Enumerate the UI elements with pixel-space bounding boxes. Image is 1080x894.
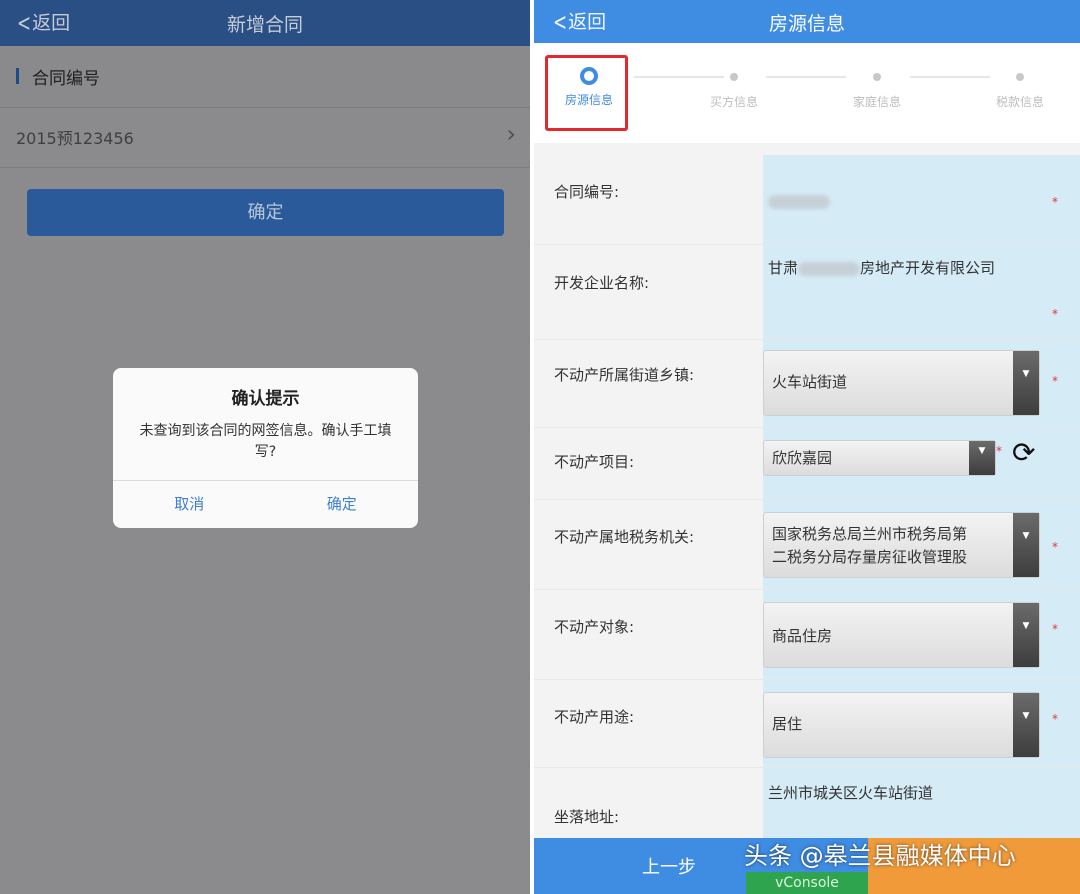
developer-field-label: 开发企业名称: (554, 274, 650, 292)
form-row-project: 不动产项目: 欣欣嘉园 ▼ ⟳ * (534, 428, 1080, 500)
required-mark: * (1052, 622, 1058, 636)
dialog-title: 确认提示 (231, 389, 300, 409)
tax-office-line1: 国家税务总局兰州市税务局第 (772, 525, 968, 543)
left-nav-bar: <返回 新增合同 (0, 0, 530, 46)
step-label: 家庭信息 (852, 95, 901, 109)
form-row-contract-no: 合同编号: * (534, 155, 1080, 245)
right-screen: <返回 房源信息 房源信息 买方信息 家庭信息 税款信息 合同编号: * 开发企… (534, 0, 1080, 894)
required-mark: * (996, 444, 1002, 458)
project-select[interactable]: 欣欣嘉园 ▼ (763, 440, 996, 476)
left-screen: <返回 新增合同 合同编号 2015预123456 › 确定 确认提示 未查询到… (0, 0, 530, 894)
tax-office-line2: 二税务分局存量房征收管理股 (772, 548, 968, 566)
project-select-value: 欣欣嘉园 (772, 449, 833, 467)
dialog-cancel-button[interactable]: 取消 (113, 481, 266, 528)
developer-field-value: 甘肃 房地产开发有限公司 (768, 257, 995, 280)
step-buyer-info[interactable]: 买方信息 (689, 67, 779, 110)
usage-select[interactable]: 居住 ▼ (763, 692, 1040, 758)
right-nav-bar: <返回 房源信息 (534, 0, 1080, 43)
left-confirm-button[interactable]: 确定 (27, 189, 504, 236)
right-page-title: 房源信息 (768, 13, 845, 35)
address-field-label: 坐落地址: (554, 808, 620, 826)
step-family-info[interactable]: 家庭信息 (832, 67, 922, 110)
required-mark: * (1052, 712, 1058, 726)
contract-no-field-label: 合同编号: (554, 183, 620, 201)
street-field-label: 不动产所属街道乡镇: (554, 366, 695, 384)
chevron-right-icon: › (506, 120, 516, 148)
refresh-icon[interactable]: ⟳ (1012, 436, 1035, 469)
required-mark: * (1052, 307, 1058, 321)
dropdown-caret-icon: ▼ (969, 441, 995, 475)
object-select-value: 商品住房 (772, 627, 833, 645)
tax-office-select[interactable]: 国家税务总局兰州市税务局第 二税务分局存量房征收管理股 ▼ (763, 512, 1040, 578)
contract-no-field-value (768, 190, 830, 213)
object-select[interactable]: 商品住房 ▼ (763, 602, 1040, 668)
step-indicator: 房源信息 买方信息 家庭信息 税款信息 (534, 43, 1080, 143)
project-field-label: 不动产项目: (554, 453, 635, 471)
contract-no-label: 合同编号 (32, 69, 100, 89)
dropdown-caret-icon: ▼ (1013, 513, 1039, 577)
highlight-annotation-box (545, 55, 628, 131)
step-label: 买方信息 (709, 95, 758, 109)
form-row-tax-office: 不动产属地税务机关: 国家税务总局兰州市税务局第 二税务分局存量房征收管理股 ▼… (534, 500, 1080, 590)
redacted-mark (798, 261, 861, 276)
form-row-object: 不动产对象: 商品住房 ▼ * (534, 590, 1080, 680)
step-tax-info[interactable]: 税款信息 (975, 67, 1065, 110)
dialog-buttons: 取消 确定 (113, 480, 418, 528)
dropdown-caret-icon: ▼ (1013, 693, 1039, 757)
redacted-mark (768, 194, 830, 209)
required-mark: * (1052, 195, 1058, 209)
left-page-title: 新增合同 (226, 14, 303, 36)
form-row-developer: 开发企业名称: 甘肃 房地产开发有限公司 * (534, 245, 1080, 340)
vconsole-button[interactable]: vConsole (746, 872, 868, 894)
form-row-street: 不动产所属街道乡镇: 火车站街道 ▼ * (534, 340, 1080, 428)
required-mark: * (1052, 540, 1058, 554)
usage-field-label: 不动产用途: (554, 708, 635, 726)
confirm-dialog: 确认提示 未查询到该合同的网签信息。确认手工填写? 取消 确定 (113, 368, 418, 528)
tax-office-field-label: 不动产属地税务机关: (554, 528, 695, 546)
dropdown-caret-icon: ▼ (1013, 603, 1039, 667)
step-label: 税款信息 (995, 95, 1044, 109)
usage-select-value: 居住 (772, 715, 803, 733)
developer-suffix: 房地产开发有限公司 (860, 259, 996, 277)
street-select-value: 火车站街道 (772, 373, 848, 391)
dialog-ok-button[interactable]: 确定 (266, 481, 419, 528)
house-info-form: 合同编号: * 开发企业名称: 甘肃 房地产开发有限公司 * 不动产所属街道乡镇:… (534, 155, 1080, 848)
developer-prefix: 甘肃 (768, 259, 799, 277)
step-dot-icon (1016, 73, 1024, 81)
street-select[interactable]: 火车站街道 ▼ (763, 350, 1040, 416)
source-watermark: 头条 @皋兰县融媒体中心 (744, 842, 1016, 870)
dialog-message: 未查询到该合同的网签信息。确认手工填写? (139, 423, 392, 460)
step-dot-icon (730, 73, 738, 81)
required-mark: * (1052, 374, 1058, 388)
object-field-label: 不动产对象: (554, 618, 635, 636)
dropdown-caret-icon: ▼ (1013, 351, 1039, 415)
step-dot-icon (873, 73, 881, 81)
contract-no-value: 2015预123456 (16, 129, 134, 148)
form-row-usage: 不动产用途: 居住 ▼ * (534, 680, 1080, 768)
contract-no-label-row: 合同编号 (0, 46, 530, 108)
section-accent-bar (16, 68, 19, 84)
contract-no-value-row[interactable]: 2015预123456 › (0, 108, 530, 168)
address-field-value: 兰州市城关区火车站街道 (768, 784, 934, 802)
